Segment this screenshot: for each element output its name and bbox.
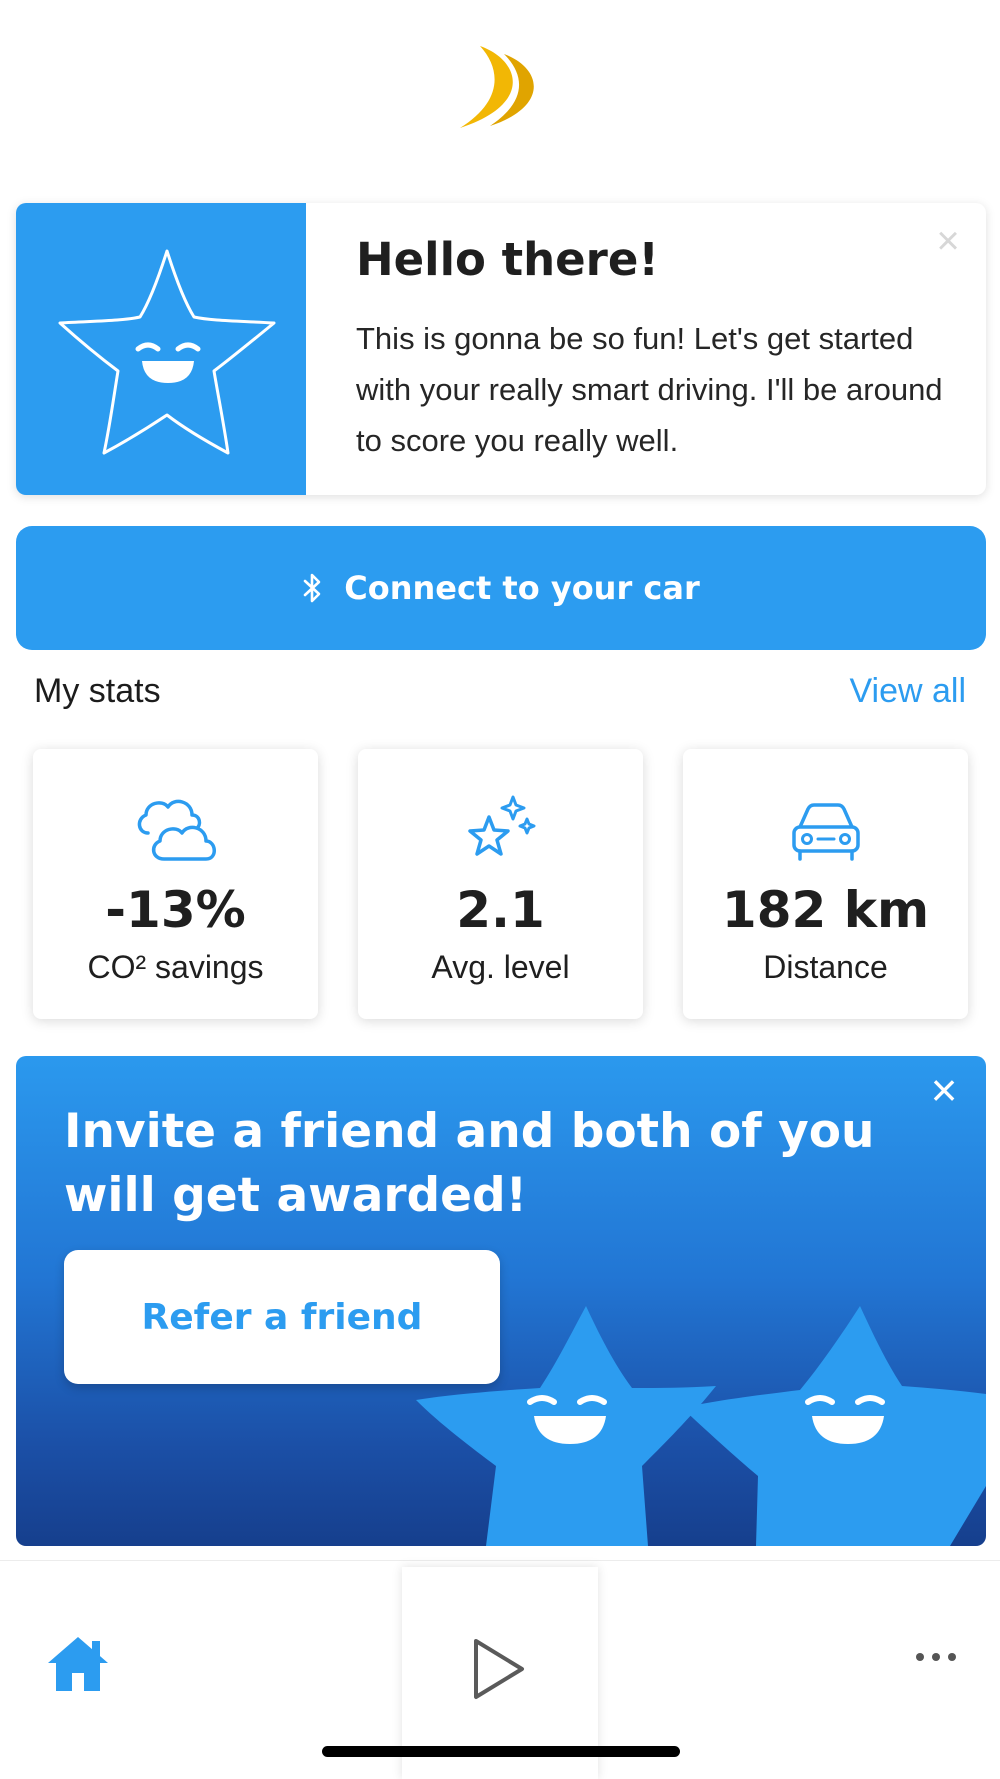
promo-title: Invite a friend and both of you will get…	[64, 1104, 875, 1223]
more-icon[interactable]	[914, 1649, 958, 1665]
welcome-illustration	[16, 203, 306, 495]
star-mascots-illustration	[416, 1306, 986, 1546]
cloud-icon	[137, 799, 216, 861]
play-icon[interactable]	[468, 1637, 528, 1701]
stat-value: 182 km	[721, 881, 930, 939]
home-icon[interactable]	[44, 1633, 112, 1695]
stat-label: Avg. level	[431, 949, 570, 985]
stat-card-distance[interactable]: 182 km Distance	[683, 749, 968, 1019]
stat-label: CO² savings	[87, 949, 264, 985]
stats-title: My stats	[34, 672, 161, 710]
stat-card-level[interactable]: 2.1 Avg. level	[358, 749, 643, 1019]
car-icon	[791, 803, 860, 861]
refer-friend-label: Refer a friend	[141, 1296, 423, 1338]
connect-to-car-button[interactable]: Connect to your car	[16, 526, 986, 650]
view-all-link[interactable]: View all	[849, 672, 966, 711]
connect-label: Connect to your car	[344, 569, 700, 607]
welcome-message: This is gonna be so fun! Let's get start…	[356, 321, 943, 458]
welcome-title: Hello there!	[356, 233, 659, 286]
stat-label: Distance	[763, 949, 888, 985]
bluetooth-icon	[303, 573, 321, 603]
stat-value: 2.1	[456, 881, 545, 939]
stat-value: -13%	[105, 881, 246, 939]
stat-card-co2[interactable]: -13% CO² savings	[33, 749, 318, 1019]
home-indicator	[322, 1746, 680, 1757]
stars-icon	[467, 795, 535, 856]
welcome-card: × Hello there! This is gonna be so fun! …	[16, 203, 986, 495]
refer-friend-banner: × Invite a friend and both of you will g…	[16, 1056, 986, 1546]
smiling-star-icon	[58, 249, 276, 455]
app-logo	[460, 46, 534, 128]
close-icon[interactable]: ×	[924, 1067, 964, 1113]
close-icon[interactable]: ×	[932, 221, 964, 261]
